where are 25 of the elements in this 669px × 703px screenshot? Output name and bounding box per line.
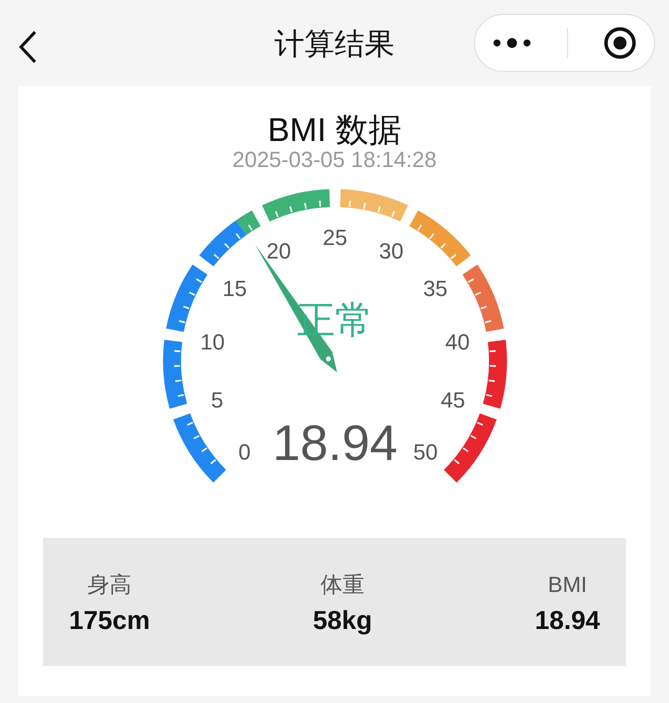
tick-label: 50: [412, 440, 438, 465]
target-icon: [602, 26, 637, 60]
tick-label: 0: [238, 440, 250, 465]
stat-label: 体重: [320, 571, 364, 600]
card-title: BMI 数据: [268, 110, 402, 148]
close-button[interactable]: [602, 26, 637, 60]
tick-label: 35: [422, 276, 448, 302]
stat-label: 身高: [87, 571, 132, 600]
more-icon: [492, 37, 532, 49]
stat-label: BMI: [548, 571, 588, 600]
tick-label: 15: [222, 276, 246, 302]
more-button[interactable]: [492, 37, 532, 49]
timestamp: 2025-03-05 18:14:28: [232, 148, 437, 172]
bmi-value: 18.94: [272, 415, 398, 472]
tick-label: 25: [322, 225, 347, 250]
stat-value: 175cm: [69, 604, 150, 638]
tick-label: 30: [378, 239, 404, 264]
tick-label: 45: [440, 388, 465, 413]
tick-label: 5: [210, 388, 223, 413]
tick-label: 20: [266, 239, 290, 264]
tick-label: 10: [200, 330, 224, 356]
page-title: 计算结果: [274, 27, 396, 63]
stat-value: 18.94: [534, 604, 600, 638]
tick-label: 40: [444, 330, 470, 356]
stat-value: 58kg: [312, 604, 372, 638]
